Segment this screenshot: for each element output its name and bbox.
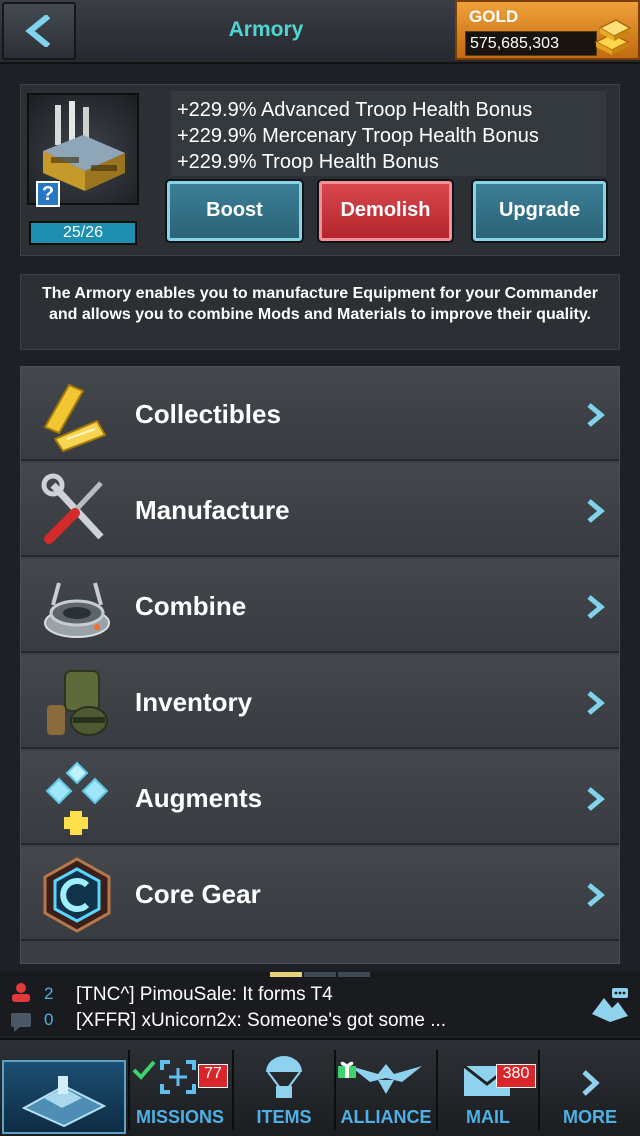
bottom-navigation: 77 MISSIONS ITEMS ALLIANCE 380 MAIL MORE — [0, 1038, 640, 1136]
alliance-user-icon — [12, 983, 30, 1002]
chat-tab[interactable] — [338, 972, 370, 977]
chat-settings-icon[interactable] — [590, 984, 630, 1024]
base-map-button[interactable] — [2, 1060, 126, 1134]
demolish-button[interactable]: Demolish — [319, 181, 452, 241]
supply-drop-icon — [266, 1056, 302, 1098]
chat-message: [TNC^] PimouSale: It forms T4 — [76, 984, 333, 1005]
gold-value: 575,685,303 — [465, 31, 597, 56]
gold-bars-icon — [594, 19, 632, 55]
top-bar: Armory GOLD 575,685,303 — [0, 0, 640, 64]
back-button[interactable] — [2, 2, 76, 60]
boost-button[interactable]: Boost — [167, 181, 302, 241]
menu-item-label: Manufacture — [135, 495, 290, 525]
chevron-right-icon — [587, 403, 605, 427]
chevron-right-icon — [587, 883, 605, 907]
menu-item-label: Combine — [135, 591, 247, 621]
nav-alliance[interactable]: ALLIANCE — [336, 1040, 436, 1136]
nav-label: MISSIONS — [135, 1107, 224, 1127]
augment-diamonds-icon — [45, 761, 109, 835]
tickets-icon — [43, 383, 107, 453]
gift-icon — [338, 1061, 356, 1078]
bonus-line: +229.9% Advanced Troop Health Bonus — [177, 99, 533, 121]
chat-tab-active[interactable] — [270, 972, 302, 977]
base-map-icon — [21, 1076, 107, 1128]
bonus-line: +229.9% Mercenary Troop Health Bonus — [177, 125, 539, 147]
menu-item-label: Augments — [135, 783, 263, 813]
gold-balance[interactable]: GOLD 575,685,303 — [455, 0, 640, 60]
chevron-right-icon — [587, 691, 605, 715]
core-gear-hex-icon — [43, 857, 111, 933]
bonus-line: +229.9% Troop Health Bonus — [177, 151, 439, 173]
combine-device-icon — [44, 582, 110, 638]
missions-badge: 77 — [198, 1064, 228, 1088]
chat-message: [XFFR] xUnicorn2x: Someone's got some ..… — [76, 1010, 447, 1031]
menu-item-collectibles[interactable]: Collectibles — [21, 367, 619, 461]
page-title: Armory — [228, 18, 304, 41]
chevron-right-icon — [587, 499, 605, 523]
nav-label: MORE — [563, 1107, 617, 1127]
checkmark-icon — [132, 1060, 156, 1080]
chevron-right-icon — [582, 1070, 600, 1096]
menu-item-inventory[interactable]: Inventory — [21, 655, 619, 749]
tools-icon — [41, 473, 104, 544]
nav-label: MAIL — [466, 1107, 510, 1127]
nav-missions[interactable]: 77 MISSIONS — [130, 1040, 230, 1136]
message-bubble-icon — [11, 1013, 31, 1032]
mail-badge: 380 — [496, 1064, 536, 1088]
gold-label: GOLD — [469, 7, 519, 26]
alliance-online-count: 2 — [44, 984, 54, 1003]
bonus-list: +229.9% Advanced Troop Health Bonus +229… — [171, 91, 606, 176]
menu-item-label: Core Gear — [135, 879, 261, 909]
chat-tab[interactable] — [304, 972, 336, 977]
nav-label: ITEMS — [256, 1107, 312, 1127]
menu-item-combine[interactable]: Combine — [21, 559, 619, 653]
back-arrow-icon — [25, 15, 51, 47]
help-badge[interactable]: ? — [36, 181, 60, 207]
nav-label: ALLIANCE — [340, 1107, 432, 1127]
nav-items[interactable]: ITEMS — [234, 1040, 334, 1136]
armory-building-image: ? — [27, 93, 139, 207]
menu-item-core-gear[interactable]: Core Gear — [21, 847, 619, 941]
menu-item-label: Collectibles — [135, 399, 281, 429]
building-description: The Armory enables you to manufacture Eq… — [20, 274, 620, 350]
upgrade-button[interactable]: Upgrade — [473, 181, 606, 241]
nav-mail[interactable]: 380 MAIL — [438, 1040, 538, 1136]
chevron-right-icon — [587, 787, 605, 811]
menu-item-label: Inventory — [135, 687, 253, 717]
building-level: 25/26 — [29, 221, 137, 245]
nav-more[interactable]: MORE — [540, 1040, 640, 1136]
chat-ticker[interactable]: 2 0 [TNC^] PimouSale: It forms T4 [XFFR]… — [0, 972, 640, 1036]
unread-message-count: 0 — [44, 1010, 54, 1029]
menu-item-augments[interactable]: Augments — [21, 751, 619, 845]
menu-item-manufacture[interactable]: Manufacture — [21, 463, 619, 557]
crosshair-icon — [160, 1060, 196, 1094]
building-panel: ? 25/26 +229.9% Advanced Troop Health Bo… — [20, 84, 620, 256]
gear-backpack-icon — [47, 670, 108, 736]
armory-menu: Collectibles Manufacture Combine Invento… — [20, 366, 620, 964]
alliance-eagle-icon — [350, 1064, 422, 1094]
chevron-right-icon — [587, 595, 605, 619]
